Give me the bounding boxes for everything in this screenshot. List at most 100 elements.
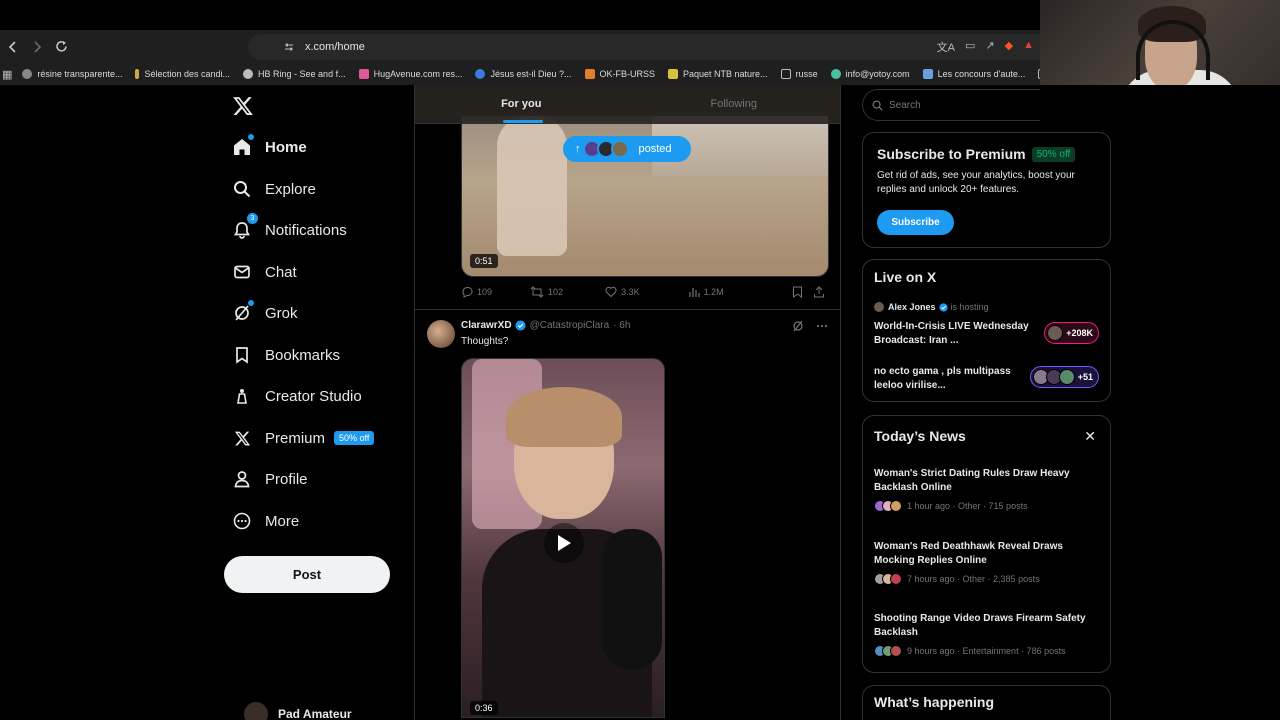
- new-posts-pill[interactable]: ↑ posted: [563, 136, 691, 162]
- apps-grid-icon[interactable]: ▦: [2, 68, 12, 81]
- translate-icon[interactable]: 文A: [937, 39, 955, 55]
- tab-following[interactable]: Following: [628, 85, 841, 123]
- premium-title-text: Subscribe to Premium: [877, 146, 1026, 162]
- bookmark-item[interactable]: HB Ring - See and f...: [243, 69, 346, 79]
- news-meta: 1 hour ago · Other · 715 posts: [907, 501, 1028, 511]
- author-handle[interactable]: @CatastropiClara: [530, 320, 610, 331]
- forward-icon[interactable]: [26, 36, 48, 58]
- bookmark-item[interactable]: HugAvenue.com res...: [358, 69, 463, 79]
- nav-notifications[interactable]: 3 Notifications: [232, 212, 347, 248]
- nav-premium[interactable]: Premium 50% off: [232, 420, 375, 456]
- news-item[interactable]: Woman's Strict Dating Rules Draw Heavy B…: [874, 467, 1100, 512]
- avatar: [244, 702, 268, 720]
- search-icon: [872, 100, 883, 111]
- post-button[interactable]: Post: [224, 556, 390, 593]
- pill-avatars: [582, 140, 629, 158]
- bookmark-label: HugAvenue.com res...: [373, 69, 463, 79]
- premium-card: Subscribe to Premium 50% off Get rid of …: [862, 132, 1111, 248]
- premium-description: Get rid of ads, see your analytics, boos…: [877, 170, 1075, 195]
- search-input[interactable]: Search: [862, 89, 1040, 121]
- more-options-icon[interactable]: [816, 320, 828, 335]
- avatar: [1058, 369, 1075, 385]
- brave-rewards-icon[interactable]: ▲: [1023, 39, 1034, 55]
- bookmark-item[interactable]: résine transparente...: [22, 69, 122, 79]
- nav-creator-studio[interactable]: Creator Studio: [232, 378, 362, 414]
- bookmark-folder[interactable]: russe: [780, 69, 818, 79]
- premium-discount-badge: 50% off: [1031, 146, 1076, 162]
- notification-count-badge: 3: [247, 213, 258, 224]
- happening-title: What’s happening: [874, 694, 995, 710]
- video-microphone: [602, 529, 662, 669]
- right-sidebar: Search Subscribe to Premium 50% off Get …: [862, 85, 1112, 720]
- nav-bookmarks[interactable]: Bookmarks: [232, 337, 340, 373]
- reply-button[interactable]: 109: [461, 286, 492, 298]
- avatar[interactable]: [427, 320, 455, 348]
- reload-icon[interactable]: [50, 36, 72, 58]
- more-icon: [232, 511, 252, 531]
- live-item-title[interactable]: no ecto gama , pls multipass leeloo viri…: [874, 365, 1034, 393]
- news-item[interactable]: Shooting Range Video Draws Firearm Safet…: [874, 612, 1100, 657]
- nav-home[interactable]: Home: [232, 129, 307, 165]
- todays-news-card: Today’s News ✕ Woman's Strict Dating Rul…: [862, 415, 1111, 673]
- news-card-title: Today’s News: [874, 428, 966, 444]
- repost-button[interactable]: 102: [530, 286, 563, 298]
- avatar: [1047, 325, 1064, 341]
- x-app: Home Explore 3 Notifications Chat Grok B…: [0, 85, 1280, 720]
- bookmark-item[interactable]: OK-FB-URSS: [584, 69, 655, 79]
- bookmark-item[interactable]: Jésus est-il Dieu ?...: [475, 69, 572, 79]
- reply-icon: [462, 287, 473, 298]
- share-button[interactable]: [813, 286, 829, 298]
- live-listeners-pill[interactable]: +51: [1029, 366, 1099, 388]
- share-icon[interactable]: ↗: [985, 39, 994, 55]
- bookmark-button[interactable]: [792, 286, 807, 298]
- listener-count: +51: [1077, 372, 1093, 382]
- views-icon: [688, 288, 700, 297]
- address-bar[interactable]: x.com/home 文A ▭ ↗ ◆ ▲: [248, 34, 1040, 60]
- live-item-title[interactable]: World-In-Crisis LIVE Wednesday Broadcast…: [874, 320, 1034, 348]
- news-item[interactable]: Woman's Red Deathhawk Reveal Draws Mocki…: [874, 540, 1100, 585]
- host-status: is hosting: [950, 302, 989, 312]
- avatar: [890, 573, 902, 585]
- nav-grok[interactable]: Grok: [232, 295, 298, 331]
- tweet-video[interactable]: 0:36: [461, 358, 665, 718]
- views-button[interactable]: 1.2M: [688, 286, 724, 298]
- avatar: [890, 500, 902, 512]
- news-headline: Shooting Range Video Draws Firearm Safet…: [874, 613, 1086, 638]
- grok-icon[interactable]: [792, 320, 804, 335]
- x-icon: [232, 428, 252, 448]
- site-info-icon[interactable]: [284, 42, 294, 52]
- bookmark-item[interactable]: info@yotoy.com: [830, 69, 910, 79]
- bookmark-label: Paquet NTB nature...: [683, 69, 768, 79]
- repost-count: 102: [548, 287, 564, 297]
- tweet-timestamp[interactable]: · 6h: [613, 320, 630, 331]
- news-meta: 9 hours ago · Entertainment · 786 posts: [907, 646, 1066, 656]
- share-icon: [814, 286, 824, 298]
- bookmark-item[interactable]: Sélection des candi...: [135, 69, 230, 79]
- tab-for-you[interactable]: For you: [415, 85, 628, 123]
- x-logo-icon[interactable]: [232, 95, 254, 117]
- creator-studio-icon: [232, 386, 252, 406]
- nav-label: More: [265, 512, 300, 530]
- arrow-up-icon: ↑: [575, 143, 581, 155]
- back-icon[interactable]: [2, 36, 24, 58]
- play-icon[interactable]: [544, 523, 584, 563]
- close-icon[interactable]: ✕: [1084, 428, 1096, 445]
- account-switcher[interactable]: Pad Amateur: [234, 702, 352, 720]
- nav-more[interactable]: More: [232, 503, 299, 539]
- brave-shield-icon[interactable]: ◆: [1005, 39, 1013, 55]
- live-listeners-pill[interactable]: +208K: [1044, 322, 1099, 344]
- bookmark-label: info@yotoy.com: [845, 69, 910, 79]
- bookmark-item[interactable]: Les concours d'aute...: [922, 69, 1025, 79]
- news-avatars: [874, 645, 902, 657]
- nav-chat[interactable]: Chat: [232, 254, 297, 290]
- nav-label: Profile: [265, 470, 308, 488]
- nav-profile[interactable]: Profile: [232, 461, 308, 497]
- cast-icon[interactable]: ▭: [965, 39, 975, 55]
- bookmark-item[interactable]: Paquet NTB nature...: [668, 69, 768, 79]
- live-host[interactable]: Alex Jones is hosting: [874, 302, 989, 312]
- like-button[interactable]: 3.3K: [605, 286, 640, 298]
- reply-count: 109: [477, 287, 493, 297]
- subscribe-button[interactable]: Subscribe: [877, 210, 954, 235]
- author-name[interactable]: ClarawrXD: [461, 320, 512, 331]
- nav-explore[interactable]: Explore: [232, 171, 316, 207]
